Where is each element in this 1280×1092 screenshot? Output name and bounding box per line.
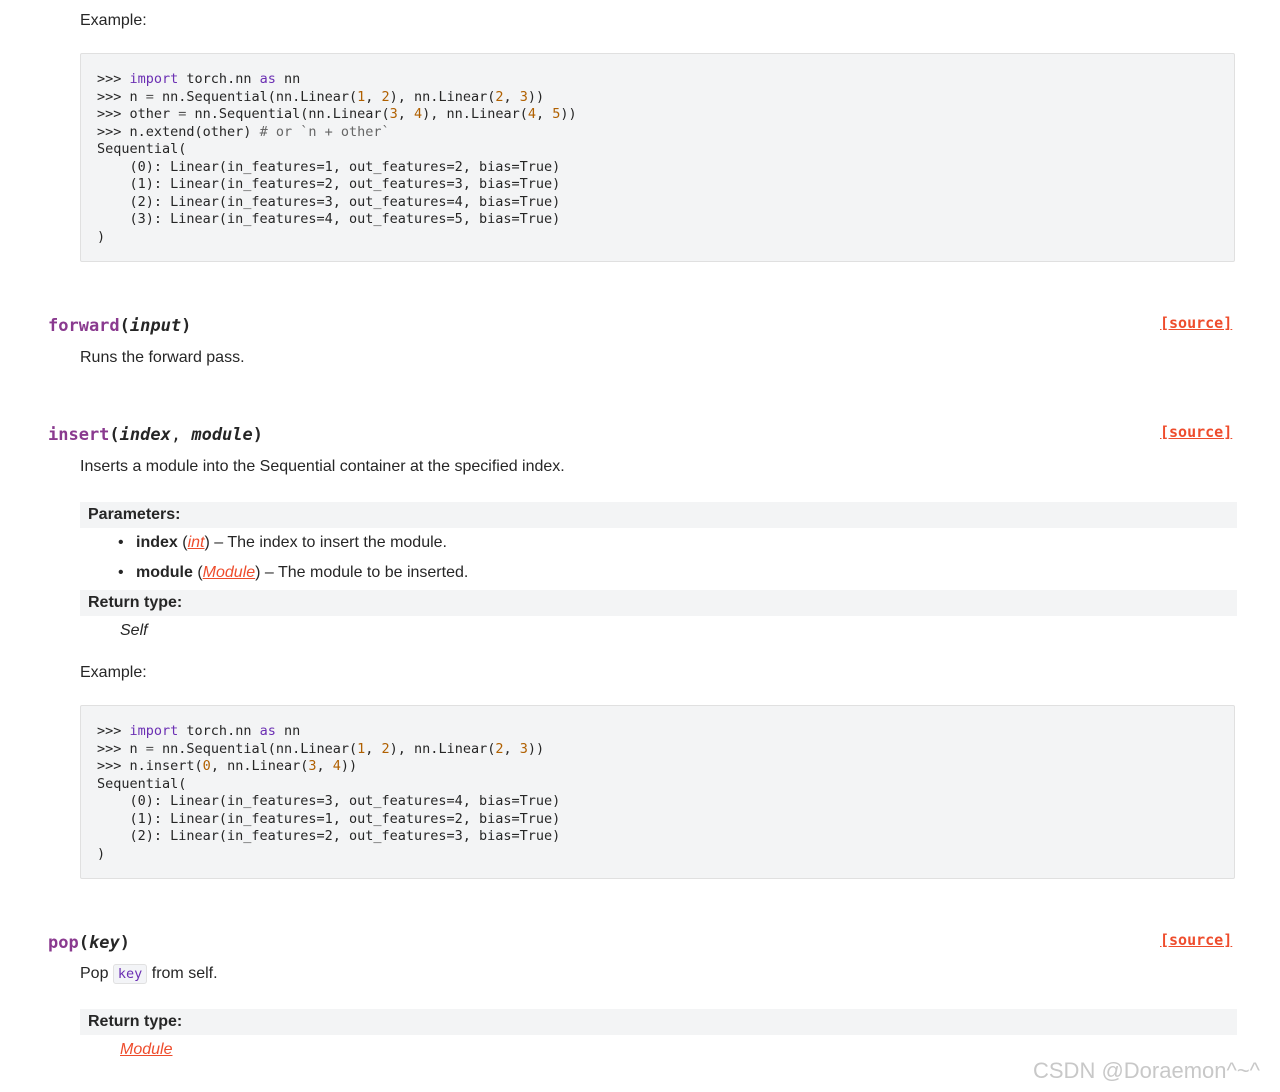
pop-return-type-label: Return type: <box>88 1013 183 1030</box>
code-line: >>> n = nn.Sequential(nn.Linear(1, 2), n… <box>97 88 545 105</box>
param-desc: – The index to insert the module. <box>209 534 447 551</box>
code-line: >>> import torch.nn as nn <box>97 723 301 739</box>
forward-param-input: input <box>129 316 182 336</box>
pop-return-type-link[interactable]: Module <box>120 1040 172 1060</box>
pop-desc-before: Pop <box>80 965 113 982</box>
forward-signature: forward(input) <box>48 315 191 337</box>
param-open: ( <box>192 564 203 581</box>
code-line: Sequential( <box>97 141 187 157</box>
param-open: ( <box>177 534 188 551</box>
bullet-icon: • <box>118 564 124 581</box>
pop-return-type-header: Return type: <box>80 1009 1237 1035</box>
forward-source-link[interactable]: [source] <box>1160 313 1232 333</box>
pop-desc-after: from self. <box>147 965 218 982</box>
bullet-icon: • <box>118 534 124 551</box>
insert-signature: insert(index, module) <box>48 424 263 446</box>
insert-return-type-value: Self <box>120 622 148 639</box>
insert-parameters-label: Parameters: <box>88 506 181 523</box>
code-line: (2): Linear(in_features=3, out_features=… <box>97 193 561 210</box>
insert-close-paren: ) <box>252 425 264 445</box>
code-line: >>> other = nn.Sequential(nn.Linear(3, 4… <box>97 106 577 122</box>
pop-signature: pop(key) <box>48 932 130 954</box>
code-line: (0): Linear(in_features=1, out_features=… <box>97 158 561 175</box>
insert-description: Inserts a module into the Sequential con… <box>80 458 565 475</box>
insert-parameters-header: Parameters: <box>80 502 1237 528</box>
insert-param-separator: , <box>170 425 192 445</box>
forward-close-paren: ) <box>181 316 192 336</box>
extend-code-block: >>> import torch.nn as nn >>> n = nn.Sequ… <box>80 53 1235 262</box>
insert-method-name: insert <box>48 425 110 445</box>
code-line: >>> import torch.nn as nn <box>97 71 301 87</box>
pop-close-paren: ) <box>119 933 130 953</box>
insert-open-paren: ( <box>109 425 120 445</box>
forward-open-paren: ( <box>119 316 130 336</box>
code-line: ) <box>97 228 106 245</box>
code-line: (1): Linear(in_features=1, out_features=… <box>97 810 561 827</box>
param-name: module <box>136 564 193 581</box>
pop-description: Pop key from self. <box>80 964 218 984</box>
pop-source-link[interactable]: [source] <box>1160 930 1232 950</box>
type-link-module[interactable]: Module <box>203 564 255 581</box>
code-line: >>> n = nn.Sequential(nn.Linear(1, 2), n… <box>97 740 545 757</box>
extend-code: >>> import torch.nn as nn >>> n = nn.Sequ… <box>81 54 1234 246</box>
extend-example-label: Example: <box>80 12 147 29</box>
forward-method-name: forward <box>48 316 120 336</box>
param-desc: – The module to be inserted. <box>260 564 469 581</box>
code-line: >>> n.insert(0, nn.Linear(3, 4)) <box>97 758 358 774</box>
forward-description: Runs the forward pass. <box>80 349 245 366</box>
insert-param-index: index <box>119 425 171 445</box>
insert-param-module: module <box>191 425 253 445</box>
pop-open-paren: ( <box>78 933 89 953</box>
insert-return-type-label: Return type: <box>88 594 183 611</box>
code-line: (0): Linear(in_features=3, out_features=… <box>97 793 561 809</box>
insert-code: >>> import torch.nn as nn >>> n = nn.Sequ… <box>81 706 1234 863</box>
watermark: CSDN @Doraemon^~^ <box>1033 1058 1260 1083</box>
param-name: index <box>136 534 178 551</box>
pop-method-name: pop <box>48 933 79 953</box>
code-line: ) <box>97 845 106 862</box>
code-line: (1): Linear(in_features=2, out_features=… <box>97 176 561 192</box>
pop-param-key: key <box>88 933 120 953</box>
insert-code-block: >>> import torch.nn as nn >>> n = nn.Sequ… <box>80 705 1235 879</box>
pop-inline-code-key: key <box>112 964 148 984</box>
insert-source-link[interactable]: [source] <box>1160 422 1232 442</box>
code-line: (2): Linear(in_features=2, out_features=… <box>97 828 561 844</box>
type-link-int[interactable]: int <box>188 534 205 551</box>
insert-example-label: Example: <box>80 664 147 681</box>
code-line: (3): Linear(in_features=4, out_features=… <box>97 211 561 227</box>
code-line: >>> n.extend(other) # or `n + other` <box>97 123 390 140</box>
code-line: Sequential( <box>97 775 187 792</box>
insert-return-type-header: Return type: <box>80 590 1237 616</box>
